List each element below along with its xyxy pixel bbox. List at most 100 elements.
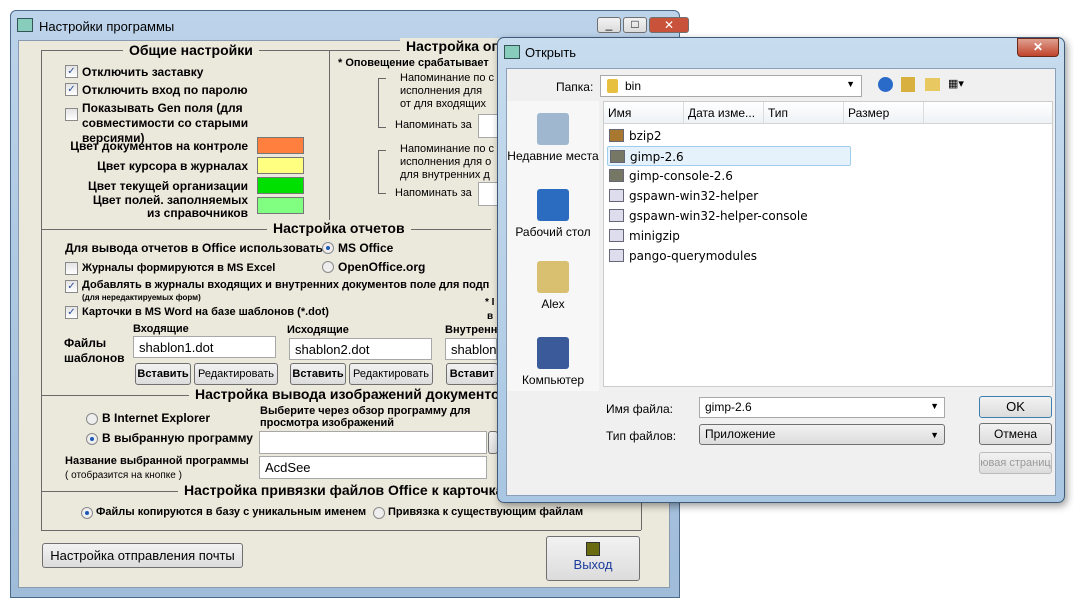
cancel-button[interactable]: Отмена <box>979 423 1052 445</box>
file-item[interactable]: gspawn-win32-helper-console <box>607 206 851 226</box>
internal-remind-text: Напоминание по с исполнения для о для вн… <box>400 143 495 181</box>
folder-value: bin <box>625 79 642 93</box>
radio-label: Привязка к существующим файлам <box>388 506 584 518</box>
insert-internal-button[interactable]: Вставит <box>446 363 498 385</box>
edit-incoming-button[interactable]: Редактировать <box>194 363 278 385</box>
insert-incoming-button[interactable]: Вставить <box>135 363 191 385</box>
radio-ms-office[interactable] <box>322 242 334 254</box>
folder-icon <box>607 79 618 93</box>
new-folder-icon[interactable] <box>925 78 940 91</box>
radio-label: В выбранную программу <box>102 431 253 445</box>
remind-incoming-input[interactable] <box>478 114 498 138</box>
template-outgoing-input[interactable]: shablon2.dot <box>289 338 432 360</box>
filetype-combo[interactable]: Приложение ▼ <box>699 424 945 445</box>
file-item-selected[interactable]: gimp-2.6 <box>607 146 851 166</box>
color-swatch-cursor[interactable] <box>257 157 304 174</box>
column-type[interactable]: Тип <box>764 102 844 123</box>
maximize-button[interactable]: □ <box>623 17 647 33</box>
file-name: gspawn-win32-helper-console <box>629 209 808 223</box>
file-name: bzip2 <box>629 129 662 143</box>
column-name[interactable]: Имя <box>604 102 684 123</box>
view-menu-icon[interactable]: ▦▾ <box>948 77 970 92</box>
window-controls: _ □ ✕ <box>597 17 689 33</box>
ok-button[interactable]: OK <box>979 396 1052 418</box>
checkbox-label: Добавлять в журналы входящих и внутренни… <box>82 279 490 291</box>
filename-combo[interactable]: gimp-2.6 ▼ <box>699 397 945 418</box>
gimp-icon <box>609 169 624 182</box>
archive-icon <box>609 129 624 142</box>
exit-door-icon <box>586 542 600 556</box>
place-recent[interactable]: Недавние места <box>507 113 599 163</box>
file-item[interactable]: minigzip <box>607 226 851 246</box>
dialog-close-button[interactable]: ✕ <box>1017 38 1059 57</box>
color-swatch-reference[interactable] <box>257 197 304 214</box>
color-label: Цвет полей. заполняемых из справочников <box>92 193 248 220</box>
radio-copy-unique[interactable] <box>81 507 93 519</box>
filename-label: Имя файла: <box>606 402 673 416</box>
checkbox-show-gen-fields[interactable] <box>65 108 78 121</box>
places-bar: Недавние места Рабочий стол Alex Компьют… <box>507 101 599 391</box>
up-folder-icon[interactable] <box>901 77 915 92</box>
remind-internal-input[interactable] <box>478 182 498 206</box>
file-name: gimp-2.6 <box>630 150 684 164</box>
place-user[interactable]: Alex <box>507 261 599 311</box>
file-item[interactable]: bzip2 <box>607 126 851 146</box>
radio-link-existing[interactable] <box>373 507 385 519</box>
checkbox-word-cards[interactable]: ✓ <box>65 306 78 319</box>
checkbox-disable-splash[interactable]: ✓ <box>65 65 78 78</box>
template-header: Входящие <box>133 323 189 335</box>
file-list-header: Имя Дата изме... Тип Размер <box>604 102 1052 124</box>
template-internal-input[interactable]: shablon <box>445 338 497 360</box>
checkbox-excel-journals[interactable] <box>65 262 78 275</box>
remind-label: Напоминать за <box>395 119 472 131</box>
column-size[interactable]: Размер <box>844 102 924 123</box>
place-computer[interactable]: Компьютер <box>507 337 599 387</box>
radio-internet-explorer[interactable] <box>86 413 98 425</box>
exit-label: Выход <box>573 557 613 572</box>
minimize-button[interactable]: _ <box>597 17 621 33</box>
color-swatch-organization[interactable] <box>257 177 304 194</box>
radio-label: Файлы копируются в базу с уникальным име… <box>96 506 367 518</box>
edit-outgoing-button[interactable]: Редактировать <box>349 363 433 385</box>
dialog-app-icon <box>504 45 520 59</box>
checkbox-label: Карточки в MS Word на базе шаблонов (*.d… <box>82 306 329 318</box>
folder-label: Папка: <box>556 80 594 94</box>
place-label: Рабочий стол <box>515 225 591 239</box>
file-item[interactable]: pango-querymodules <box>607 246 851 266</box>
folder-combo[interactable]: bin ▼ <box>600 75 862 97</box>
file-item[interactable]: gspawn-win32-helper <box>607 186 851 206</box>
exit-button[interactable]: Выход <box>546 536 640 581</box>
program-path-input[interactable] <box>259 431 487 454</box>
close-button[interactable]: ✕ <box>649 17 689 33</box>
insert-outgoing-button[interactable]: Вставить <box>290 363 346 385</box>
executable-icon <box>609 209 624 222</box>
mail-settings-button[interactable]: Настройка отправления почты <box>42 543 243 568</box>
dialog-title: Открыть <box>525 45 577 60</box>
side-note: * I <box>485 297 495 308</box>
images-section-title: Настройка вывода изображений документов <box>189 386 515 402</box>
choose-hint: Выберите через обзор программу для просм… <box>260 405 471 429</box>
radio-selected-program[interactable] <box>86 433 98 445</box>
templates-label: Файлы шаблонов <box>64 336 125 365</box>
radio-openoffice[interactable] <box>322 261 334 273</box>
checkbox-disable-password[interactable]: ✓ <box>65 83 78 96</box>
dialog-body: Папка: bin ▼ ▦▾ Недавние места Рабочий с… <box>506 68 1056 496</box>
back-icon[interactable] <box>878 77 893 92</box>
color-swatch-control[interactable] <box>257 137 304 154</box>
gimp-icon <box>610 150 625 163</box>
office-binding-section-title: Настройка привязки файлов Office к карто… <box>178 482 520 498</box>
file-name: gspawn-win32-helper <box>629 189 759 203</box>
radio-label: В Internet Explorer <box>102 411 211 425</box>
open-file-dialog: Открыть ✕ Папка: bin ▼ ▦▾ Недавние места… <box>497 37 1065 503</box>
column-date[interactable]: Дата изме... <box>684 102 764 123</box>
color-label: Цвет документов на контроле <box>70 139 248 153</box>
filetype-label: Тип файлов: <box>606 429 677 443</box>
template-incoming-input[interactable]: shablon1.dot <box>133 336 276 358</box>
file-item[interactable]: gimp-console-2.6 <box>607 166 851 186</box>
checkbox-sign-field[interactable]: ✓ <box>65 280 78 293</box>
incoming-remind-text: Напоминание по с исполнения для от для в… <box>400 72 495 110</box>
place-desktop[interactable]: Рабочий стол <box>507 189 599 239</box>
notify-section-title: Настройка оп <box>400 38 506 54</box>
program-name-input[interactable]: AcdSee <box>259 456 487 479</box>
app-icon <box>17 18 33 32</box>
